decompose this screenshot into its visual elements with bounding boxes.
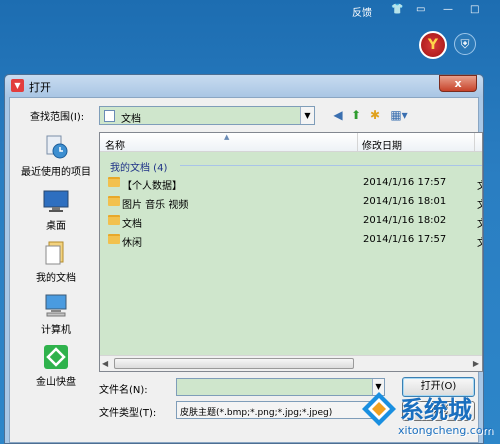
row-date: 2014/1/16 17:57 bbox=[363, 234, 447, 245]
app-logo-icon: ▼ bbox=[11, 79, 24, 92]
watermark-text: 系统城 bbox=[400, 396, 472, 424]
group-header[interactable]: 我的文档 (4) bbox=[110, 159, 167, 174]
row-date: 2014/1/16 17:57 bbox=[363, 177, 447, 188]
scroll-right-icon[interactable]: ▶ bbox=[473, 359, 479, 368]
my-documents-icon bbox=[45, 241, 64, 265]
watermark-logo-icon bbox=[362, 392, 396, 426]
group-divider bbox=[180, 165, 482, 166]
recent-icon bbox=[46, 135, 68, 159]
file-list[interactable]: 名称 ▲ 修改日期 我的文档 (4) 【个人数据】 2014/1/16 17:5… bbox=[99, 132, 483, 372]
document-folder-icon bbox=[104, 110, 115, 122]
close-button[interactable]: x bbox=[439, 75, 477, 92]
up-folder-icon[interactable]: ⬆ bbox=[348, 107, 364, 123]
places-bar: 最近使用的项目 桌面 我的文档 计算机 金山快盘 bbox=[16, 132, 96, 422]
column-header: 名称 ▲ 修改日期 bbox=[100, 133, 482, 152]
place-desktop[interactable]: 桌面 bbox=[16, 188, 96, 232]
lookin-label: 查找范围(I): bbox=[30, 112, 85, 123]
row-name: 休闲 bbox=[122, 238, 142, 249]
place-label: 最近使用的项目 bbox=[21, 167, 91, 178]
chevron-down-icon[interactable]: ▼ bbox=[300, 107, 314, 124]
table-row[interactable]: 图片 音乐 视频 2014/1/16 18:01 文 bbox=[100, 193, 482, 211]
table-row[interactable]: 【个人数据】 2014/1/16 17:57 文 bbox=[100, 174, 482, 192]
row-date: 2014/1/16 18:02 bbox=[363, 215, 447, 226]
avatar[interactable]: Y bbox=[419, 31, 447, 59]
maximize-icon[interactable]: □ bbox=[470, 4, 479, 15]
row-type: 文 bbox=[477, 196, 482, 211]
row-name: 【个人数据】 bbox=[122, 181, 182, 192]
folder-icon bbox=[108, 215, 120, 225]
row-name: 文档 bbox=[122, 219, 142, 230]
row-type: 文 bbox=[477, 177, 482, 192]
folder-icon bbox=[108, 234, 120, 244]
place-my-documents[interactable]: 我的文档 bbox=[16, 240, 96, 284]
folder-icon bbox=[108, 177, 120, 187]
computer-icon bbox=[45, 294, 67, 317]
filetype-select[interactable]: 皮肤主题(*.bmp;*.png;*.jpg;*.jpeg) bbox=[176, 401, 385, 419]
horizontal-scrollbar[interactable]: ◀ ▶ bbox=[100, 355, 482, 371]
row-type: 文 bbox=[477, 215, 482, 230]
dialog-titlebar[interactable]: ▼ 打开 x bbox=[5, 75, 483, 97]
column-divider[interactable] bbox=[357, 133, 358, 151]
view-menu-icon[interactable]: ▦▾ bbox=[387, 107, 411, 123]
table-row[interactable]: 文档 2014/1/16 18:02 文 bbox=[100, 212, 482, 230]
lookin-value: 文档 bbox=[121, 114, 141, 125]
place-computer[interactable]: 计算机 bbox=[16, 292, 96, 336]
watermark: 系统城 xitongcheng.com bbox=[360, 388, 500, 444]
filetype-label: 文件类型(T): bbox=[99, 408, 157, 419]
folder-icon bbox=[108, 196, 120, 206]
shirt-icon[interactable]: 👕 bbox=[391, 4, 403, 15]
watermark-url: xitongcheng.com bbox=[398, 424, 494, 437]
back-icon[interactable]: ◀ bbox=[330, 107, 346, 123]
column-date[interactable]: 修改日期 bbox=[362, 137, 402, 152]
row-date: 2014/1/16 18:01 bbox=[363, 196, 447, 207]
column-divider[interactable] bbox=[474, 133, 475, 151]
place-kuaipan[interactable]: 金山快盘 bbox=[16, 344, 96, 388]
scroll-left-icon[interactable]: ◀ bbox=[102, 359, 108, 368]
feedback-link[interactable]: 反馈 bbox=[352, 4, 372, 19]
scrollbar-thumb[interactable] bbox=[114, 358, 354, 369]
row-name: 图片 音乐 视频 bbox=[122, 200, 189, 211]
row-type: 文 bbox=[477, 234, 482, 249]
dialog-title: 打开 bbox=[29, 81, 51, 94]
place-label: 桌面 bbox=[46, 221, 66, 232]
sort-up-icon: ▲ bbox=[224, 133, 230, 141]
filename-label: 文件名(N): bbox=[99, 385, 148, 396]
kuaipan-icon bbox=[44, 345, 68, 369]
column-name[interactable]: 名称 bbox=[105, 137, 125, 152]
lookin-dropdown[interactable]: 文档 ▼ bbox=[99, 106, 315, 125]
table-row[interactable]: 休闲 2014/1/16 17:57 文 bbox=[100, 231, 482, 249]
shield-icon[interactable]: ⛨ bbox=[454, 33, 476, 55]
desktop-icon bbox=[43, 190, 69, 212]
menu-icon[interactable]: ▭ bbox=[416, 4, 425, 15]
new-folder-icon[interactable]: ✱ bbox=[367, 107, 383, 123]
place-recent[interactable]: 最近使用的项目 bbox=[16, 134, 96, 178]
minimize-icon[interactable]: — bbox=[443, 4, 453, 15]
app-topbar: 反馈 👕 ▭ — □ bbox=[0, 0, 500, 26]
place-label: 我的文档 bbox=[36, 273, 76, 284]
place-label: 计算机 bbox=[41, 325, 71, 336]
filename-input[interactable] bbox=[176, 378, 385, 396]
place-label: 金山快盘 bbox=[36, 377, 76, 388]
